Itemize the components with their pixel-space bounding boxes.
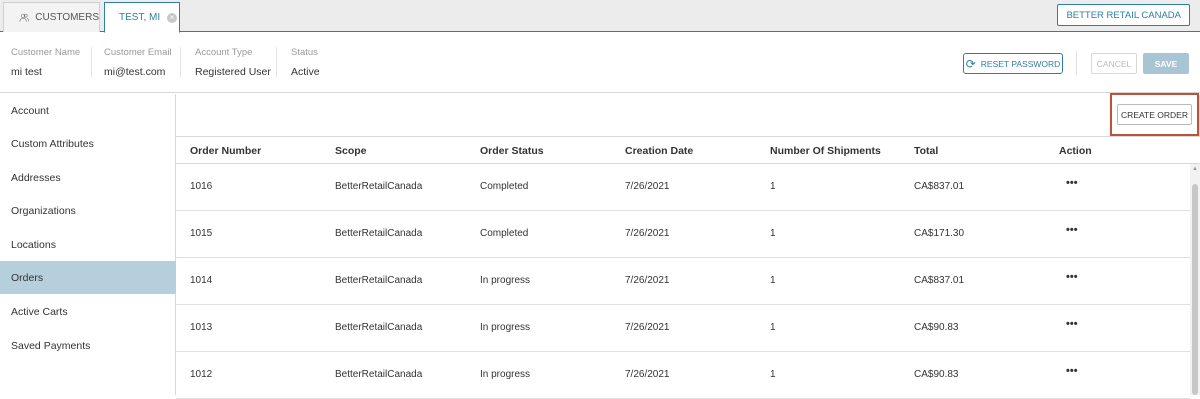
- sidebar-item-saved-payments[interactable]: Saved Payments: [0, 329, 176, 362]
- scope-cell: BetterRetailCanada: [335, 275, 423, 286]
- account-type-value: Registered User: [195, 66, 271, 78]
- customer-email-value: mi@test.com: [104, 66, 166, 78]
- date-cell: 7/26/2021: [625, 181, 670, 192]
- date-cell: 7/26/2021: [625, 228, 670, 239]
- scope-cell: BetterRetailCanada: [335, 228, 423, 239]
- customer-header: Customer Name mi test Customer Email mi@…: [0, 33, 1200, 93]
- divider: [180, 47, 181, 77]
- scope-cell: BetterRetailCanada: [335, 322, 423, 333]
- table-header: Order Number Scope Order Status Creation…: [176, 136, 1200, 164]
- tab-customers-label: CUSTOMERS: [35, 12, 99, 23]
- account-type-field: Account Type Registered User: [195, 47, 271, 78]
- sidebar-item-orders[interactable]: Orders: [0, 261, 176, 294]
- order-number-cell: 1013: [190, 322, 213, 333]
- account-type-label: Account Type: [195, 47, 253, 58]
- column-header-order-status[interactable]: Order Status: [480, 145, 544, 157]
- status-cell: In progress: [480, 369, 531, 380]
- store-selector-button[interactable]: BETTER RETAIL CANADA: [1057, 4, 1190, 26]
- table-row[interactable]: 1014 BetterRetailCanada In progress 7/26…: [176, 258, 1190, 305]
- total-cell: CA$837.01: [914, 181, 965, 192]
- sidebar-item-account[interactable]: Account: [0, 94, 176, 127]
- close-icon[interactable]: ×: [167, 12, 178, 23]
- divider: [276, 47, 277, 77]
- divider: [1076, 51, 1077, 75]
- status-cell: In progress: [480, 322, 531, 333]
- total-cell: CA$171.30: [914, 228, 965, 239]
- total-cell: CA$837.01: [914, 275, 965, 286]
- sidebar: Account Custom Attributes Addresses Orga…: [0, 94, 176, 395]
- scope-cell: BetterRetailCanada: [335, 369, 423, 380]
- column-header-action: Action: [1059, 145, 1092, 157]
- more-horizontal-icon[interactable]: •••: [1066, 224, 1078, 236]
- more-horizontal-icon[interactable]: •••: [1066, 271, 1078, 283]
- table-row[interactable]: 1015 BetterRetailCanada Completed 7/26/2…: [176, 211, 1190, 258]
- date-cell: 7/26/2021: [625, 369, 670, 380]
- total-cell: CA$90.83: [914, 369, 959, 380]
- divider: [91, 47, 92, 77]
- total-cell: CA$90.83: [914, 322, 959, 333]
- customer-name-field: Customer Name mi test: [11, 47, 80, 78]
- more-horizontal-icon[interactable]: •••: [1066, 318, 1078, 330]
- status-cell: In progress: [480, 275, 531, 286]
- column-header-shipments[interactable]: Number Of Shipments: [770, 145, 881, 157]
- sidebar-item-organizations[interactable]: Organizations: [0, 194, 176, 227]
- table-row[interactable]: 1013 BetterRetailCanada In progress 7/26…: [176, 305, 1190, 352]
- customer-email-label: Customer Email: [104, 47, 172, 58]
- orders-panel: CREATE ORDER Order Number Scope Order St…: [176, 93, 1200, 399]
- status-label: Status: [291, 47, 318, 58]
- shipments-cell: 1: [770, 181, 776, 192]
- sidebar-item-addresses[interactable]: Addresses: [0, 161, 176, 194]
- shipments-cell: 1: [770, 369, 776, 380]
- shipments-cell: 1: [770, 228, 776, 239]
- shipments-cell: 1: [770, 275, 776, 286]
- more-horizontal-icon[interactable]: •••: [1066, 365, 1078, 377]
- date-cell: 7/26/2021: [625, 322, 670, 333]
- reset-password-button[interactable]: ⟳ RESET PASSWORD: [963, 53, 1063, 74]
- more-horizontal-icon[interactable]: •••: [1066, 177, 1078, 189]
- sidebar-item-custom-attributes[interactable]: Custom Attributes: [0, 127, 176, 160]
- table-row[interactable]: 1016 BetterRetailCanada Completed 7/26/2…: [176, 164, 1190, 211]
- order-number-cell: 1015: [190, 228, 213, 239]
- column-header-creation-date[interactable]: Creation Date: [625, 145, 693, 157]
- sidebar-item-locations[interactable]: Locations: [0, 228, 176, 261]
- status-field: Status Active: [291, 47, 320, 78]
- order-number-cell: 1012: [190, 369, 213, 380]
- date-cell: 7/26/2021: [625, 275, 670, 286]
- column-header-order-number[interactable]: Order Number: [190, 145, 261, 157]
- status-cell: Completed: [480, 228, 529, 239]
- customer-email-field: Customer Email mi@test.com: [104, 47, 172, 78]
- save-button[interactable]: SAVE: [1143, 53, 1189, 74]
- shipments-cell: 1: [770, 322, 776, 333]
- customer-name-label: Customer Name: [11, 47, 81, 58]
- cancel-button[interactable]: CANCEL: [1091, 53, 1137, 74]
- column-header-scope[interactable]: Scope: [335, 145, 367, 157]
- create-order-button[interactable]: CREATE ORDER: [1117, 104, 1192, 125]
- customer-name-value: mi test: [11, 66, 42, 78]
- tab-customer-detail-label: TEST, MI: [119, 12, 161, 23]
- order-number-cell: 1016: [190, 181, 213, 192]
- order-number-cell: 1014: [190, 275, 213, 286]
- status-value: Active: [291, 66, 320, 78]
- scrollbar-thumb[interactable]: [1192, 184, 1198, 395]
- tab-customers[interactable]: CUSTOMERS: [3, 2, 100, 32]
- sidebar-item-active-carts[interactable]: Active Carts: [0, 295, 176, 328]
- scroll-up-arrow-icon[interactable]: ▲: [1192, 166, 1198, 172]
- users-icon: [19, 13, 29, 22]
- column-header-total[interactable]: Total: [914, 145, 938, 157]
- refresh-icon: ⟳: [965, 56, 976, 71]
- reset-password-label: RESET PASSWORD: [980, 58, 1061, 69]
- tab-bar: CUSTOMERS TEST, MI × BETTER RETAIL CANAD…: [0, 0, 1200, 33]
- vertical-scrollbar[interactable]: ▲: [1190, 164, 1200, 395]
- status-cell: Completed: [480, 181, 529, 192]
- tab-customer-detail[interactable]: TEST, MI ×: [104, 2, 180, 33]
- table-row[interactable]: 1012 BetterRetailCanada In progress 7/26…: [176, 352, 1190, 399]
- scope-cell: BetterRetailCanada: [335, 181, 423, 192]
